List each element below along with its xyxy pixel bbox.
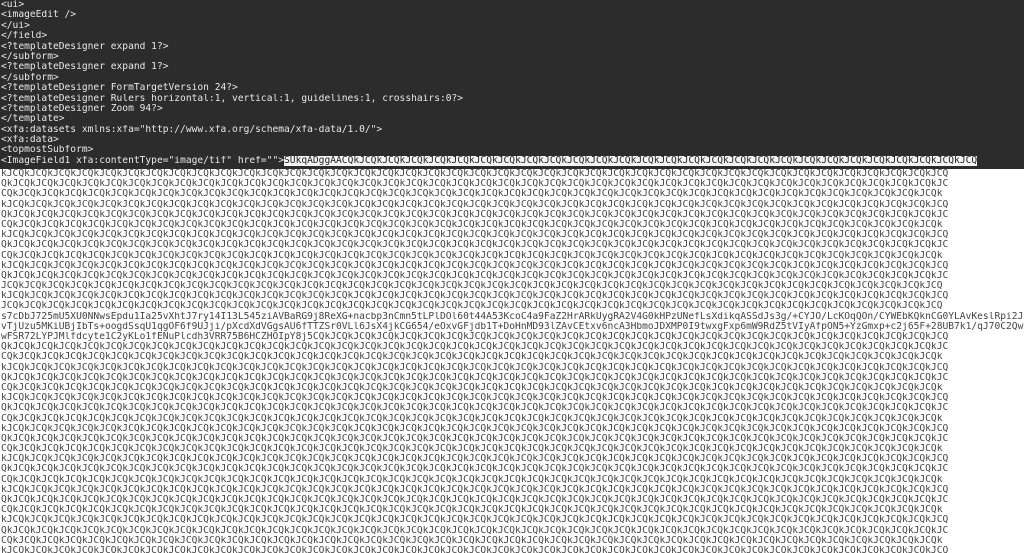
image-field-tag: <ImageField1 xfa:contentType="image/tif"… [1, 155, 285, 166]
data-line: QkJCQkJCQkJCQkJCQkJCQkJCQkJCQkJCQkJCQkJC… [1, 525, 949, 536]
data-line: CQkJCQkJCQkJCQkJCQkJCQkJCQkJCQkJCQkJCQkJ… [1, 382, 943, 393]
base64-data-pane[interactable]: kJCQkJCQkJCQkJCQkJCQkJCQkJCQkJCQkJCQkJCQ… [0, 169, 1024, 553]
data-line: CQkJCQkJCQkJCQkJCQkJCQkJCQkJCQkJCQkJCQkJ… [1, 189, 943, 200]
data-line: s7cDbJ725mU5XU0NNwsEpdu1Ia25vXhtJ7ry14I1… [1, 311, 1024, 322]
data-line: CQkJCQkJCQkJCQkJCQkJCQkJCQkJCQkJCQkJCQkJ… [1, 219, 943, 230]
data-line: kJCQkJCQkJCQkJCQkJCQkJCQkJCQkJCQkJCQkJCQ… [1, 423, 949, 434]
code-line: </template> [1, 114, 65, 125]
code-line: <imageEdit /> [1, 10, 77, 21]
data-line: kJCQkJCQkJCQkJCQkJCQkJCQkJCQkJCQkJCQkJCQ… [1, 230, 949, 241]
data-line: CQkJCQkJCQkJCQkJCQkJCQkJCQkJCQkJCQkJCQkJ… [1, 250, 943, 261]
data-line: kJCQkJCQkJCQkJCQkJCQkJCQkJCQkJCQkJCQkJCQ… [1, 260, 949, 271]
data-line: kJCQkJCQkJCQkJCQkJCQkJCQkJCQkJCQkJCQkJCQ… [1, 454, 949, 465]
code-line: <ui> [1, 0, 25, 10]
code-line: <xfa:data> [1, 135, 59, 146]
data-line: QkJCQkJCQkJCQkJCQkJCQkJCQkJCQkJCQkJCQkJC… [1, 342, 949, 353]
selected-base64-text[interactable]: SUkqADggAACQkJCQkJCQkJCQkJCQkJCQkJCQkJCQ… [284, 155, 978, 166]
xml-source-editor[interactable]: <ui> <imageEdit /> </ui> </field> <?template… [0, 0, 1024, 553]
data-line: QkJCQkJCQkJCQkJCQkJCQkJCQkJCQkJCQkJCQkJC… [1, 464, 949, 475]
code-line: </field> [1, 31, 48, 42]
xml-markup-lines: <ui> <imageEdit /> </ui> </field> <?template… [0, 0, 1024, 156]
code-line: <?templateDesigner Zoom 94?> [1, 103, 163, 114]
code-line: <?templateDesigner expand 1?> [1, 41, 169, 52]
base64-data-lines: kJCQkJCQkJCQkJCQkJCQkJCQkJCQkJCQkJCQkJCQ… [0, 169, 1024, 553]
data-line: CQkJCQkJCQkJCQkJCQkJCQkJCQkJCQkJCQkJCQkJ… [1, 474, 943, 485]
data-line: kJCQkJCQkJCQkJCQkJCQkJCQkJCQkJCQkJCQkJCQ… [1, 199, 949, 210]
data-line: CQkJCQkJCQkJCQkJCQkJCQkJCQkJCQkJCQkJCQkJ… [1, 352, 943, 363]
data-line: QkJCQkJCQkJCQkJCQkJCQkJCQkJCQkJCQkJCQkJC… [1, 179, 949, 190]
image-field-line[interactable]: <ImageField1 xfa:contentType="image/tif"… [0, 155, 1024, 166]
data-line: kJCQkJCQkJCQkJCQkJCQkJCQkJCQkJCQkJCQkJCQ… [1, 362, 949, 373]
data-line: QkJCQkJCQkJCQkJCQkJCQkJCQkJCQkJCQkJCQkJC… [1, 495, 949, 505]
code-line: </subform> [1, 72, 59, 83]
data-line: wFSR72LYPJMlfdcyte1C2yKLo1fENuPlcdh3VRR7… [1, 332, 949, 342]
data-line: JCQkJCQkJCQkJCQkJCQkJCQkJCQkJCQkJCQkJCQk… [1, 281, 943, 292]
data-line: kJCQkJCQkJCQkJCQkJCQkJCQkJCQkJCQkJCQkJCQ… [1, 291, 949, 302]
data-line: kJCQkJCQkJCQkJCQkJCQkJCQkJCQkJCQkJCQkJCQ… [1, 393, 949, 404]
data-line: QkJCQkJCQkJCQkJCQkJCQkJCQkJCQkJCQkJCQkJC… [1, 403, 949, 414]
code-line: </ui> [1, 20, 30, 31]
data-line: JCQkJCQkJCQkJCQkJCQkJCQkJCQkJCQkJCQkJCQk… [1, 301, 943, 312]
data-line: kJCQkJCQkJCQkJCQkJCQkJCQkJCQkJCQkJCQkJCQ… [1, 169, 949, 179]
code-line: <topmostSubform> [1, 145, 94, 156]
data-line: CQkJCQkJCQkJCQkJCQkJCQkJCQkJCQkJCQkJCQkJ… [1, 535, 943, 546]
data-line: QkJCQkJCQkJCQkJCQkJCQkJCQkJCQkJCQkJCQkJC… [1, 240, 949, 251]
data-line: QkJCQkJCQkJCQkJCQkJCQkJCQkJCQkJCQkJCQkJC… [1, 270, 949, 281]
data-line: CQkJCQkJCQkJCQkJCQkJCQkJCQkJCQkJCQkJCQkJ… [1, 505, 943, 516]
data-line: vTjUzu5MKiUBjIbTs+oogdSsqU1qgOF6f9UJji/p… [1, 321, 1024, 332]
code-line: </subform> [1, 51, 59, 62]
data-line: kJCQkJCQkJCQkJCQkJCQkJCQkJCQkJCQkJCQkJCQ… [1, 515, 949, 526]
code-line: <?templateDesigner Rulers horizontal:1, … [1, 93, 464, 104]
data-line: CQkJCQkJCQkJCQkJCQkJCQkJCQkJCQkJCQkJCQkJ… [1, 413, 943, 424]
code-line: <xfa:datasets xmlns:xfa="http://www.xfa.… [1, 124, 383, 135]
data-line: QkJCQkJCQkJCQkJCQkJCQkJCQkJCQkJCQkJCQkJC… [1, 372, 949, 383]
code-line: <?templateDesigner FormTargetVersion 24?… [1, 83, 238, 94]
data-line: kJCQkJCQkJCQkJCQkJCQkJCQkJCQkJCQkJCQkJCQ… [1, 484, 949, 495]
xml-markup-pane[interactable]: <ui> <imageEdit /> </ui> </field> <?template… [0, 0, 1024, 169]
data-line: CQkJCQkJCQkJCQkJCQkJCQkJCQkJCQkJCQkJCQkJ… [1, 444, 943, 455]
data-line: kJCQkJCQkJCQkJCQkJCQkJCQkJCQkJCQkJCQkJCQ… [1, 545, 949, 553]
data-line: QkJCQkJCQkJCQkJCQkJCQkJCQkJCQkJCQkJCQkJC… [1, 433, 949, 444]
code-line: <?templateDesigner expand 1?> [1, 62, 169, 73]
data-line: QkJCQkJCQkJCQkJCQkJCQkJCQkJCQkJCQkJCQkJC… [1, 209, 949, 220]
